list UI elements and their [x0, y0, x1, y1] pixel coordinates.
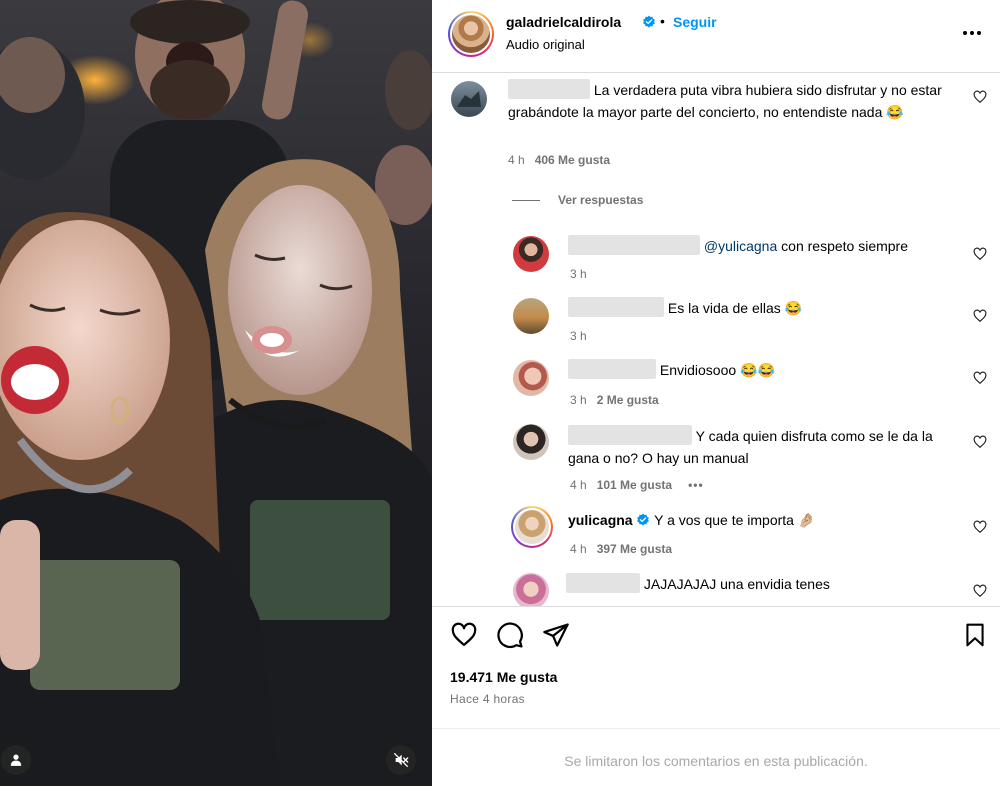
heart-icon[interactable] — [973, 435, 987, 449]
reply-avatar[interactable] — [513, 298, 549, 334]
verified-icon — [643, 15, 655, 28]
post-actions: 19.471 Me gusta Hace 4 horas — [432, 606, 1000, 728]
comment-likes[interactable]: 406 Me gusta — [535, 153, 610, 167]
likes-count[interactable]: 19.471 Me gusta — [450, 669, 557, 685]
reply-time[interactable]: 3 h — [570, 329, 587, 343]
blurred-username — [568, 425, 692, 445]
heart-icon[interactable] — [973, 520, 987, 534]
follow-button[interactable]: Seguir — [673, 14, 717, 30]
blurred-username — [508, 79, 590, 99]
reply-avatar[interactable] — [513, 236, 549, 272]
comments-limited-notice: Se limitaron los comentarios en esta pub… — [432, 728, 1000, 786]
save-icon[interactable] — [962, 621, 988, 649]
reply-time[interactable]: 3 h — [570, 393, 587, 407]
reply-text: Envidiosooo 😂😂 — [659, 362, 775, 378]
heart-icon[interactable] — [973, 247, 987, 261]
comments-list[interactable]: La verdadera puta vibra hubiera sido dis… — [432, 73, 1000, 606]
post-media[interactable] — [0, 0, 432, 786]
reply-time[interactable]: 3 h — [570, 267, 587, 281]
reply-body: @yulicagna con respeto siempre — [568, 235, 958, 257]
mute-icon — [393, 752, 409, 768]
reply-meta: 4 h 101 Me gusta ••• — [570, 478, 704, 492]
share-icon[interactable] — [542, 621, 570, 649]
reply-likes[interactable]: 2 Me gusta — [597, 393, 659, 407]
reply-avatar[interactable] — [513, 573, 549, 606]
view-replies-button[interactable]: Ver respuestas — [512, 193, 643, 207]
comment-time[interactable]: 4 h — [508, 153, 525, 167]
comment-avatar[interactable] — [451, 81, 487, 117]
reply-time[interactable]: 4 h — [570, 542, 587, 556]
heart-icon[interactable] — [973, 584, 987, 598]
reply-text: Es la vida de ellas 😂 — [667, 300, 803, 316]
heart-icon[interactable] — [450, 621, 478, 649]
mute-button[interactable] — [386, 745, 416, 775]
reply-meta: 3 h — [570, 267, 587, 281]
author-username[interactable]: galadrielcaldirola — [506, 14, 621, 30]
reply-meta: 3 h 2 Me gusta — [570, 393, 659, 407]
comment-meta: 4 h 406 Me gusta — [508, 153, 610, 167]
reply-avatar[interactable] — [513, 424, 549, 460]
heart-icon[interactable] — [973, 90, 987, 104]
blurred-username — [568, 359, 656, 379]
reply-body: Y cada quien disfruta como se le da la g… — [568, 425, 958, 469]
audio-link[interactable]: Audio original — [506, 37, 585, 52]
comment-icon[interactable] — [496, 621, 524, 649]
heart-icon[interactable] — [973, 309, 987, 323]
reply-body: Envidiosooo 😂😂 — [568, 359, 958, 381]
blurred-username — [568, 297, 664, 317]
reply-mention[interactable]: @yulicagna — [704, 238, 777, 254]
reply-body: Es la vida de ellas 😂 — [568, 297, 958, 319]
more-icon[interactable] — [962, 30, 982, 36]
post-header: galadrielcaldirola • Seguir Audio origin… — [432, 0, 1000, 73]
separator-dot: • — [660, 13, 665, 29]
reply-avatar[interactable] — [511, 506, 553, 548]
reply-body: yulicagna Y a vos que te importa 🤌🏼 — [568, 509, 958, 531]
reply-text: con respeto siempre — [777, 238, 908, 254]
reply-text: JAJAJAJAJ una envidia tenes — [643, 576, 830, 592]
blurred-username — [568, 235, 700, 255]
comment-body: La verdadera puta vibra hubiera sido dis… — [508, 79, 963, 123]
heart-icon[interactable] — [973, 371, 987, 385]
user-tag-icon — [10, 754, 22, 766]
reply-likes[interactable]: 397 Me gusta — [597, 542, 672, 556]
reply-text: Y a vos que te importa 🤌🏼 — [654, 512, 816, 528]
reply-body: JAJAJAJAJ una envidia tenes — [566, 573, 956, 595]
reply-likes[interactable]: 101 Me gusta — [597, 478, 672, 492]
author-avatar[interactable] — [448, 11, 494, 57]
reply-meta: 3 h — [570, 329, 587, 343]
reply-time[interactable]: 4 h — [570, 478, 587, 492]
post-panel: galadrielcaldirola • Seguir Audio origin… — [432, 0, 1000, 786]
reply-avatar[interactable] — [513, 360, 549, 396]
post-timestamp: Hace 4 horas — [450, 692, 525, 706]
tagged-users-button[interactable] — [1, 745, 31, 775]
more-options-icon[interactable]: ••• — [688, 478, 704, 492]
reply-meta: 4 h 397 Me gusta — [570, 542, 672, 556]
blurred-username — [566, 573, 640, 593]
video-frame — [0, 0, 432, 786]
reply-username[interactable]: yulicagna — [568, 512, 633, 528]
verified-icon — [637, 513, 650, 526]
